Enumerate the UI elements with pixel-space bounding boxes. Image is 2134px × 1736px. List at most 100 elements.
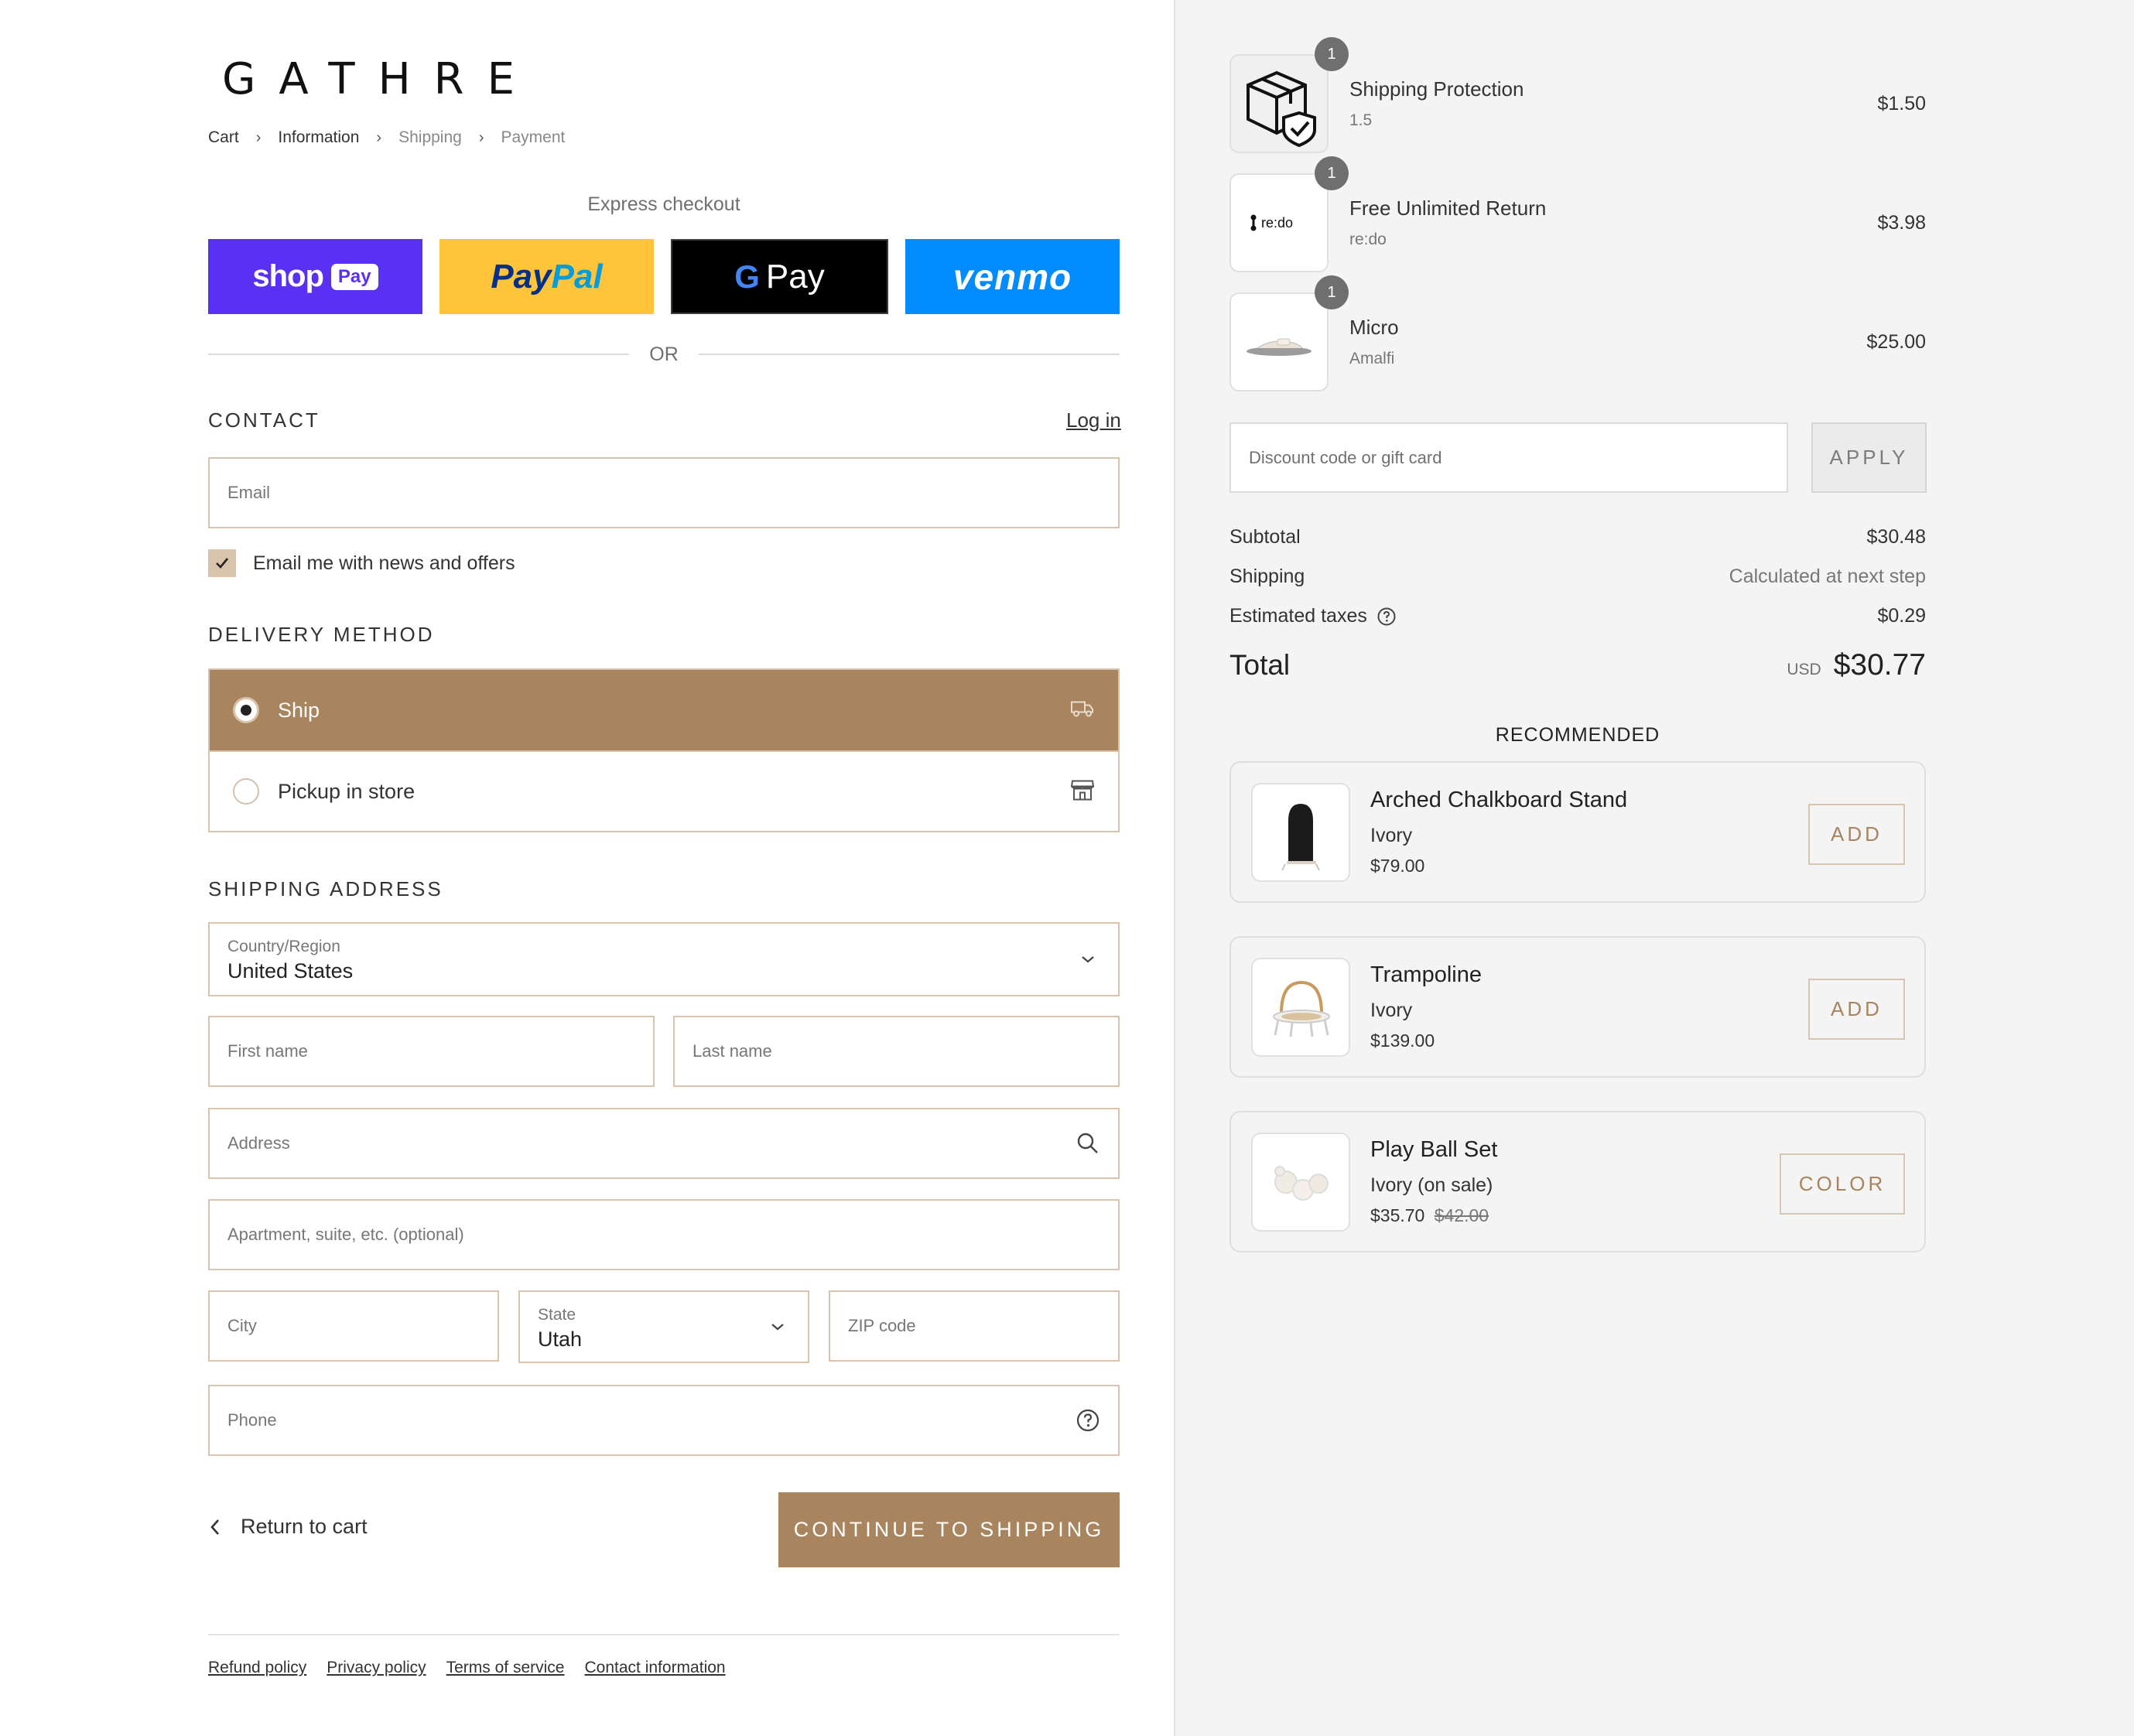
zip-placeholder: ZIP code bbox=[848, 1316, 916, 1335]
breadcrumb-shipping: Shipping bbox=[398, 128, 462, 146]
item-price: $1.50 bbox=[1877, 93, 1926, 114]
product-image bbox=[1251, 783, 1350, 882]
country-label: Country/Region bbox=[227, 938, 340, 955]
total-amount: $30.77 bbox=[1833, 648, 1926, 682]
apartment-placeholder: Apartment, suite, etc. (optional) bbox=[227, 1225, 464, 1244]
shipping-address-title: SHIPPING ADDRESS bbox=[208, 877, 443, 900]
add-button[interactable]: ADD bbox=[1808, 804, 1905, 865]
subtotal-row: Subtotal $30.48 bbox=[1229, 526, 1926, 548]
cart-line-item: 1 Shipping Protection 1.5 $1.50 bbox=[1229, 37, 1926, 153]
address-field[interactable]: Address bbox=[208, 1108, 1120, 1179]
delivery-option-label: Ship bbox=[278, 698, 320, 722]
recommended-title: RECOMMENDED bbox=[1495, 724, 1660, 746]
chevron-right-icon: › bbox=[255, 128, 262, 146]
quantity-badge: 1 bbox=[1315, 156, 1349, 190]
price-current: $35.70 bbox=[1370, 1205, 1425, 1225]
discount-placeholder: Discount code or gift card bbox=[1249, 447, 1442, 467]
chevron-down-icon bbox=[764, 1314, 791, 1340]
radio-ship[interactable] bbox=[233, 697, 259, 723]
footer-divider bbox=[208, 1634, 1120, 1635]
package-shield-icon bbox=[1229, 54, 1329, 153]
city-field[interactable]: City bbox=[208, 1290, 499, 1362]
shop-pay-word: shop bbox=[252, 259, 324, 293]
refund-policy-link[interactable]: Refund policy bbox=[208, 1659, 306, 1677]
login-link[interactable]: Log in bbox=[1066, 408, 1121, 432]
product-image bbox=[1229, 292, 1329, 391]
currency-code: USD bbox=[1787, 661, 1821, 678]
search-icon[interactable] bbox=[1075, 1130, 1101, 1157]
paypal-button[interactable]: Pay Pal bbox=[439, 239, 654, 314]
cart-line-item: 1 Micro Amalfi $25.00 bbox=[1229, 275, 1926, 391]
first-name-field[interactable]: First name bbox=[208, 1016, 655, 1087]
order-summary-column: 1 Shipping Protection 1.5 $1.50 re:do 1 … bbox=[1174, 0, 2134, 1736]
brand-logo[interactable]: GATHRE bbox=[222, 54, 538, 104]
last-name-placeholder: Last name bbox=[693, 1041, 772, 1061]
chevron-left-icon bbox=[210, 1519, 219, 1535]
item-price: $25.00 bbox=[1866, 331, 1926, 353]
venmo-label: venmo bbox=[952, 256, 1072, 297]
address-placeholder: Address bbox=[227, 1133, 290, 1153]
item-name: Micro bbox=[1349, 316, 1399, 339]
state-select[interactable]: State Utah bbox=[518, 1290, 809, 1363]
google-pay-button[interactable]: G Pay bbox=[671, 239, 888, 314]
breadcrumb-information: Information bbox=[278, 128, 360, 146]
zip-field[interactable]: ZIP code bbox=[829, 1290, 1120, 1362]
recommended-card: Play Ball Set Ivory (on sale) $35.70 $42… bbox=[1229, 1111, 1926, 1252]
store-icon bbox=[1070, 778, 1095, 805]
price-current: $79.00 bbox=[1370, 856, 1425, 876]
apply-discount-button[interactable]: APPLY bbox=[1811, 422, 1927, 493]
item-subtitle: Amalfi bbox=[1349, 350, 1395, 367]
newsletter-label: Email me with news and offers bbox=[253, 552, 515, 574]
item-name: Shipping Protection bbox=[1349, 77, 1524, 101]
apartment-field[interactable]: Apartment, suite, etc. (optional) bbox=[208, 1199, 1120, 1270]
breadcrumb-payment: Payment bbox=[501, 128, 566, 146]
delivery-option-pickup[interactable]: Pickup in store bbox=[210, 750, 1118, 831]
color-button[interactable]: COLOR bbox=[1780, 1153, 1905, 1215]
recommended-name: Play Ball Set bbox=[1370, 1137, 1498, 1162]
shop-pay-button[interactable]: shop Pay bbox=[208, 239, 422, 314]
state-label: State bbox=[538, 1306, 576, 1324]
return-to-cart-link[interactable]: Return to cart bbox=[208, 1515, 368, 1539]
continue-to-shipping-button[interactable]: CONTINUE TO SHIPPING bbox=[778, 1492, 1120, 1567]
checkmark-icon bbox=[216, 558, 229, 569]
country-value: United States bbox=[227, 959, 354, 982]
recommended-price: $35.70 $42.00 bbox=[1370, 1205, 1489, 1226]
country-select[interactable]: Country/Region United States bbox=[208, 922, 1120, 996]
newsletter-checkbox[interactable] bbox=[208, 549, 236, 577]
email-field[interactable]: Email bbox=[208, 457, 1120, 528]
last-name-field[interactable]: Last name bbox=[673, 1016, 1120, 1087]
express-checkout-title: Express checkout bbox=[587, 193, 740, 215]
first-name-placeholder: First name bbox=[227, 1041, 308, 1061]
taxes-value: $0.29 bbox=[1877, 605, 1926, 627]
item-subtitle: re:do bbox=[1349, 231, 1387, 248]
product-image bbox=[1251, 958, 1350, 1057]
privacy-policy-link[interactable]: Privacy policy bbox=[327, 1659, 426, 1677]
help-circle-icon[interactable] bbox=[1075, 1407, 1101, 1434]
taxes-row: Estimated taxes $0.29 bbox=[1229, 605, 1926, 627]
google-g-icon: G bbox=[734, 258, 760, 295]
delivery-option-ship[interactable]: Ship bbox=[210, 670, 1118, 750]
total-group: USD $30.77 bbox=[1787, 648, 1926, 682]
help-circle-icon[interactable] bbox=[1376, 607, 1397, 627]
discount-code-input[interactable]: Discount code or gift card bbox=[1229, 422, 1788, 493]
add-button[interactable]: ADD bbox=[1808, 979, 1905, 1040]
recommended-variant: Ivory bbox=[1370, 1000, 1413, 1021]
terms-of-service-link[interactable]: Terms of service bbox=[446, 1659, 565, 1677]
radio-dot bbox=[241, 705, 251, 716]
contact-information-link[interactable]: Contact information bbox=[585, 1659, 726, 1677]
phone-field[interactable]: Phone bbox=[208, 1385, 1120, 1456]
breadcrumb-cart[interactable]: Cart bbox=[208, 128, 239, 147]
state-value: Utah bbox=[538, 1328, 583, 1351]
chevron-right-icon: › bbox=[376, 128, 382, 146]
divider-line bbox=[698, 354, 1120, 355]
chevron-right-icon: › bbox=[478, 128, 484, 146]
product-image bbox=[1251, 1133, 1350, 1232]
radio-pickup[interactable] bbox=[233, 778, 259, 805]
taxes-label: Estimated taxes bbox=[1229, 605, 1367, 627]
item-subtitle: 1.5 bbox=[1349, 111, 1373, 129]
cart-line-item: re:do 1 Free Unlimited Return re:do $3.9… bbox=[1229, 156, 1926, 272]
redo-logo: re:do bbox=[1229, 173, 1329, 272]
divider-line bbox=[208, 354, 630, 355]
checkout-form-column: GATHRE Cart › Information › Shipping › P… bbox=[0, 0, 1174, 1736]
venmo-button[interactable]: venmo bbox=[905, 239, 1120, 314]
